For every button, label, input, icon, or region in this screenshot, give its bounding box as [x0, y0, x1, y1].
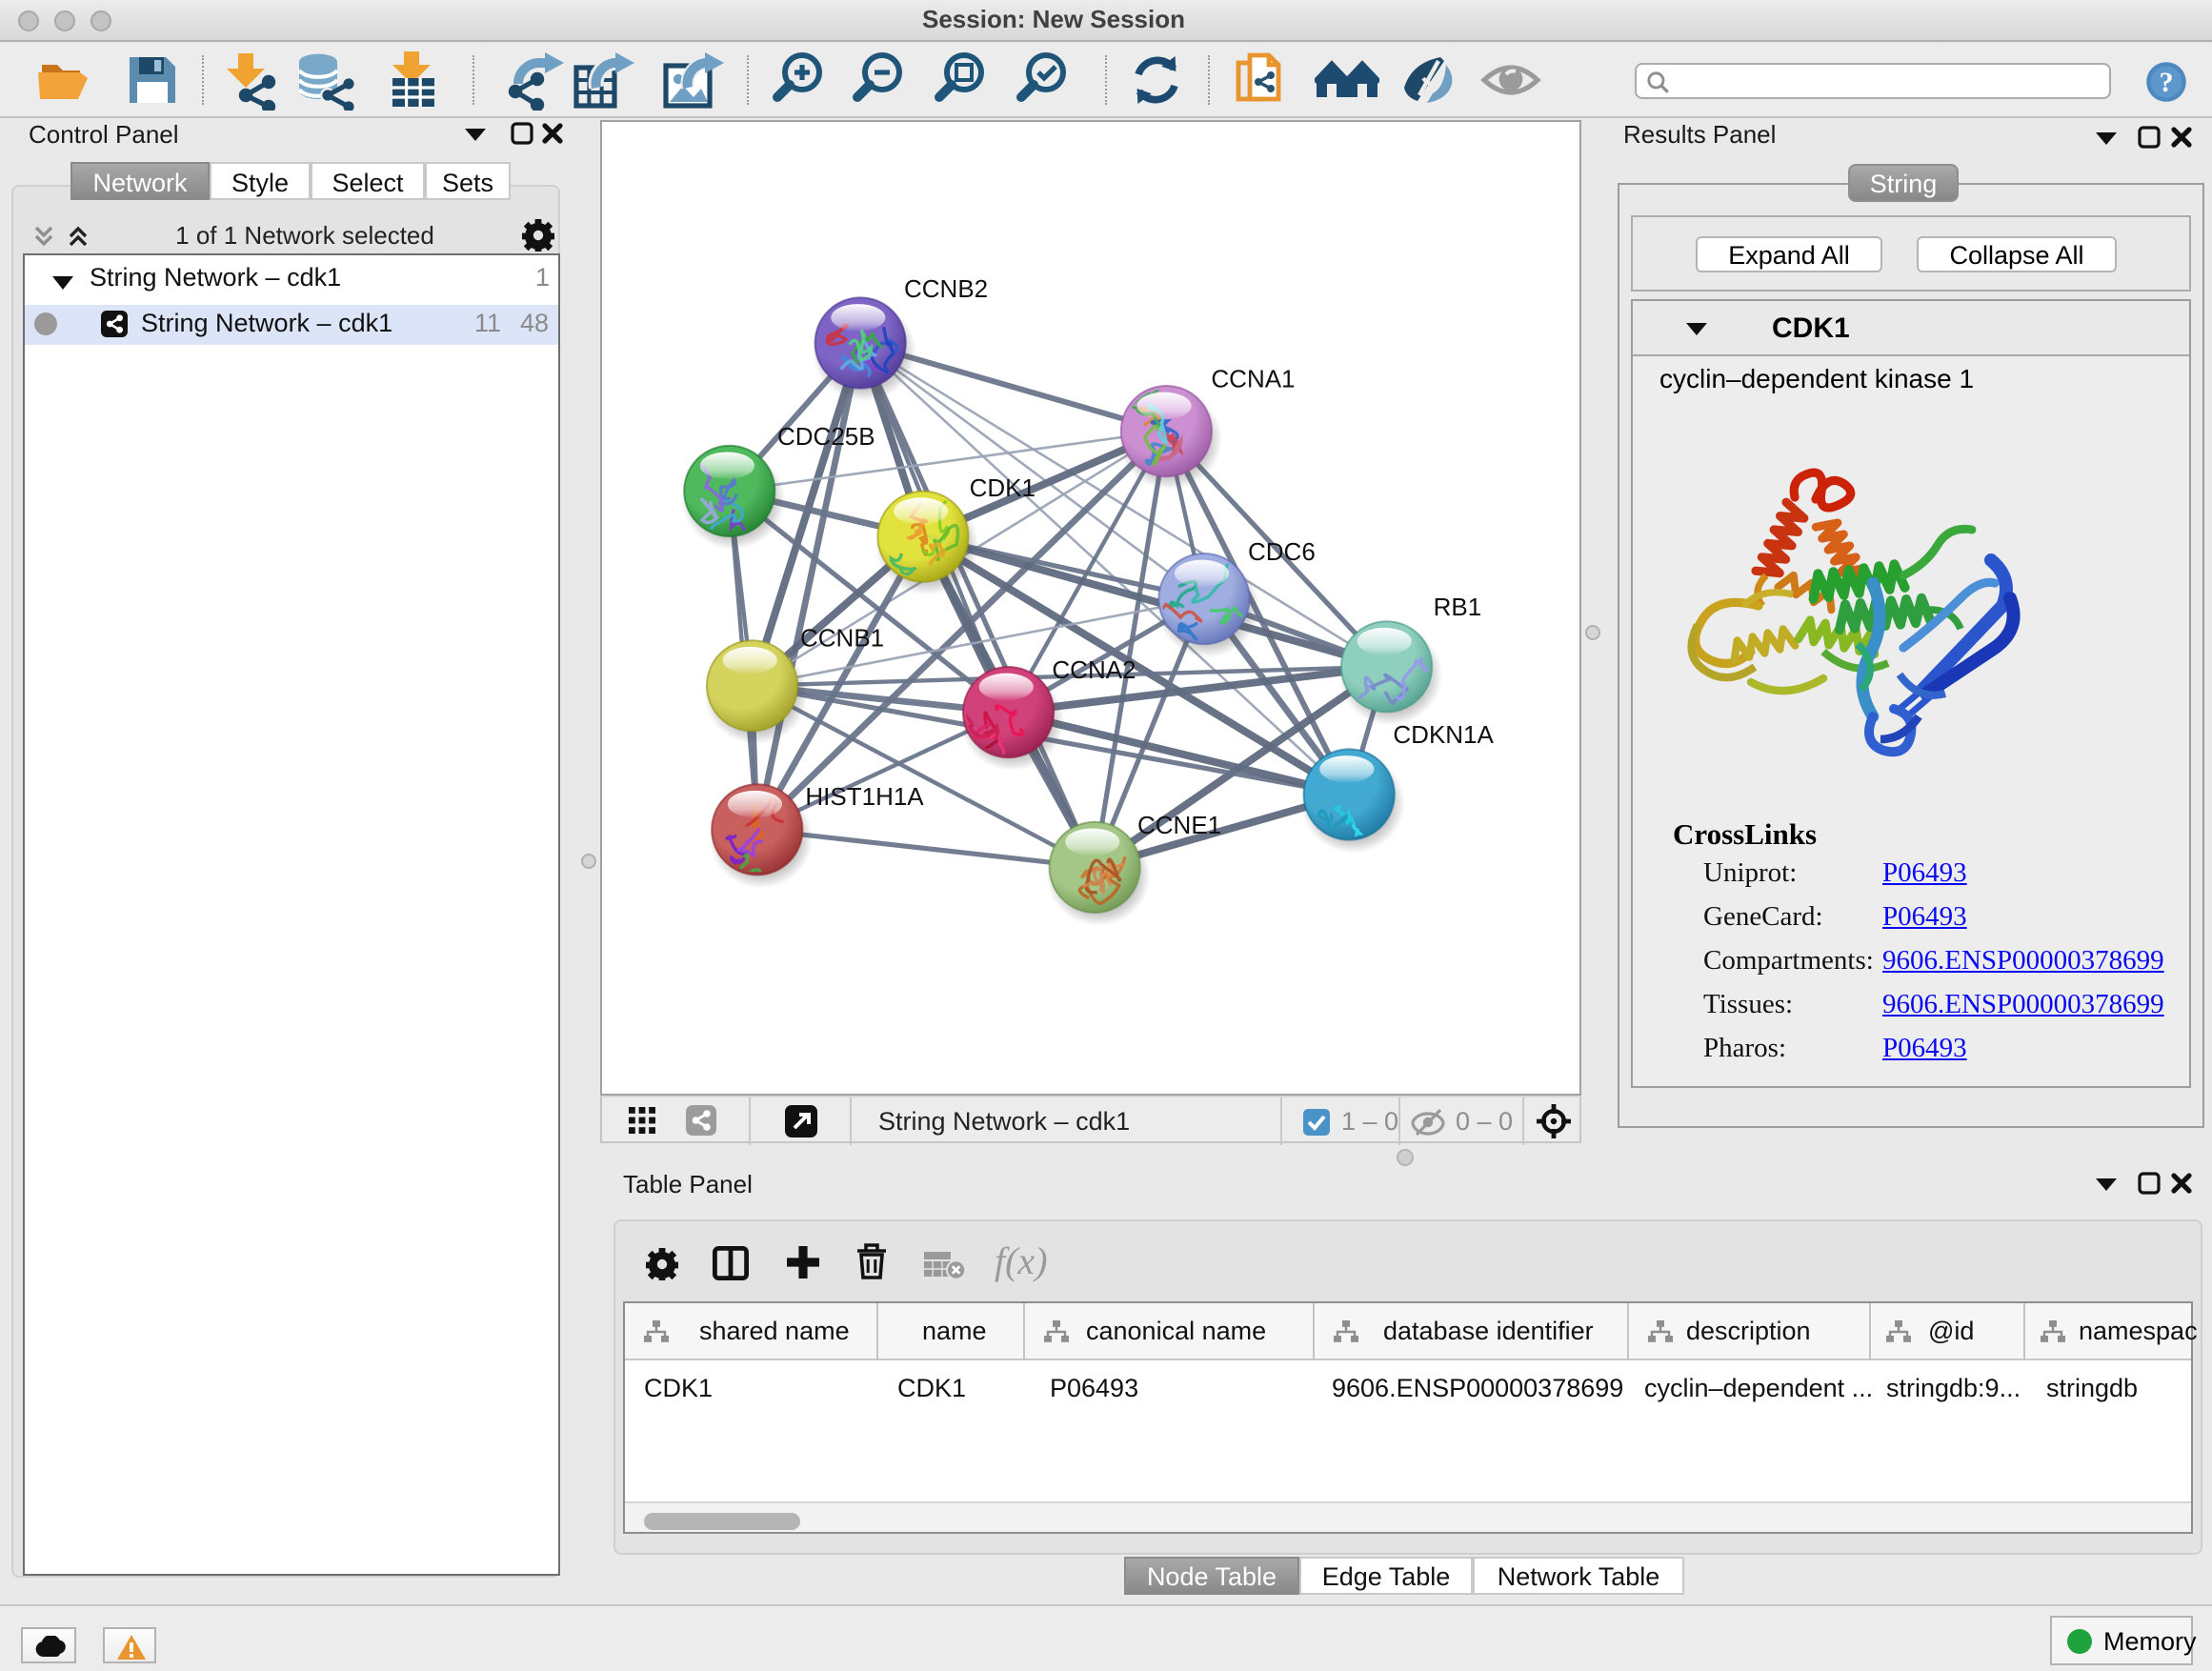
- svg-text:CCNA1: CCNA1: [1211, 364, 1295, 393]
- svg-text:CCNB1: CCNB1: [800, 624, 884, 653]
- svg-text:CDKN1A: CDKN1A: [1393, 720, 1494, 749]
- svg-text:CCNA2: CCNA2: [1052, 655, 1136, 684]
- svg-text:CCNE1: CCNE1: [1137, 811, 1221, 839]
- svg-text:CDC6: CDC6: [1248, 537, 1316, 566]
- svg-text:?: ?: [2160, 67, 2174, 98]
- svg-text:CDC25B: CDC25B: [777, 422, 875, 451]
- svg-text:CCNB2: CCNB2: [904, 274, 988, 303]
- svg-text:HIST1H1A: HIST1H1A: [805, 782, 924, 811]
- svg-text:RB1: RB1: [1434, 593, 1482, 621]
- svg-text:CDK1: CDK1: [970, 473, 1036, 502]
